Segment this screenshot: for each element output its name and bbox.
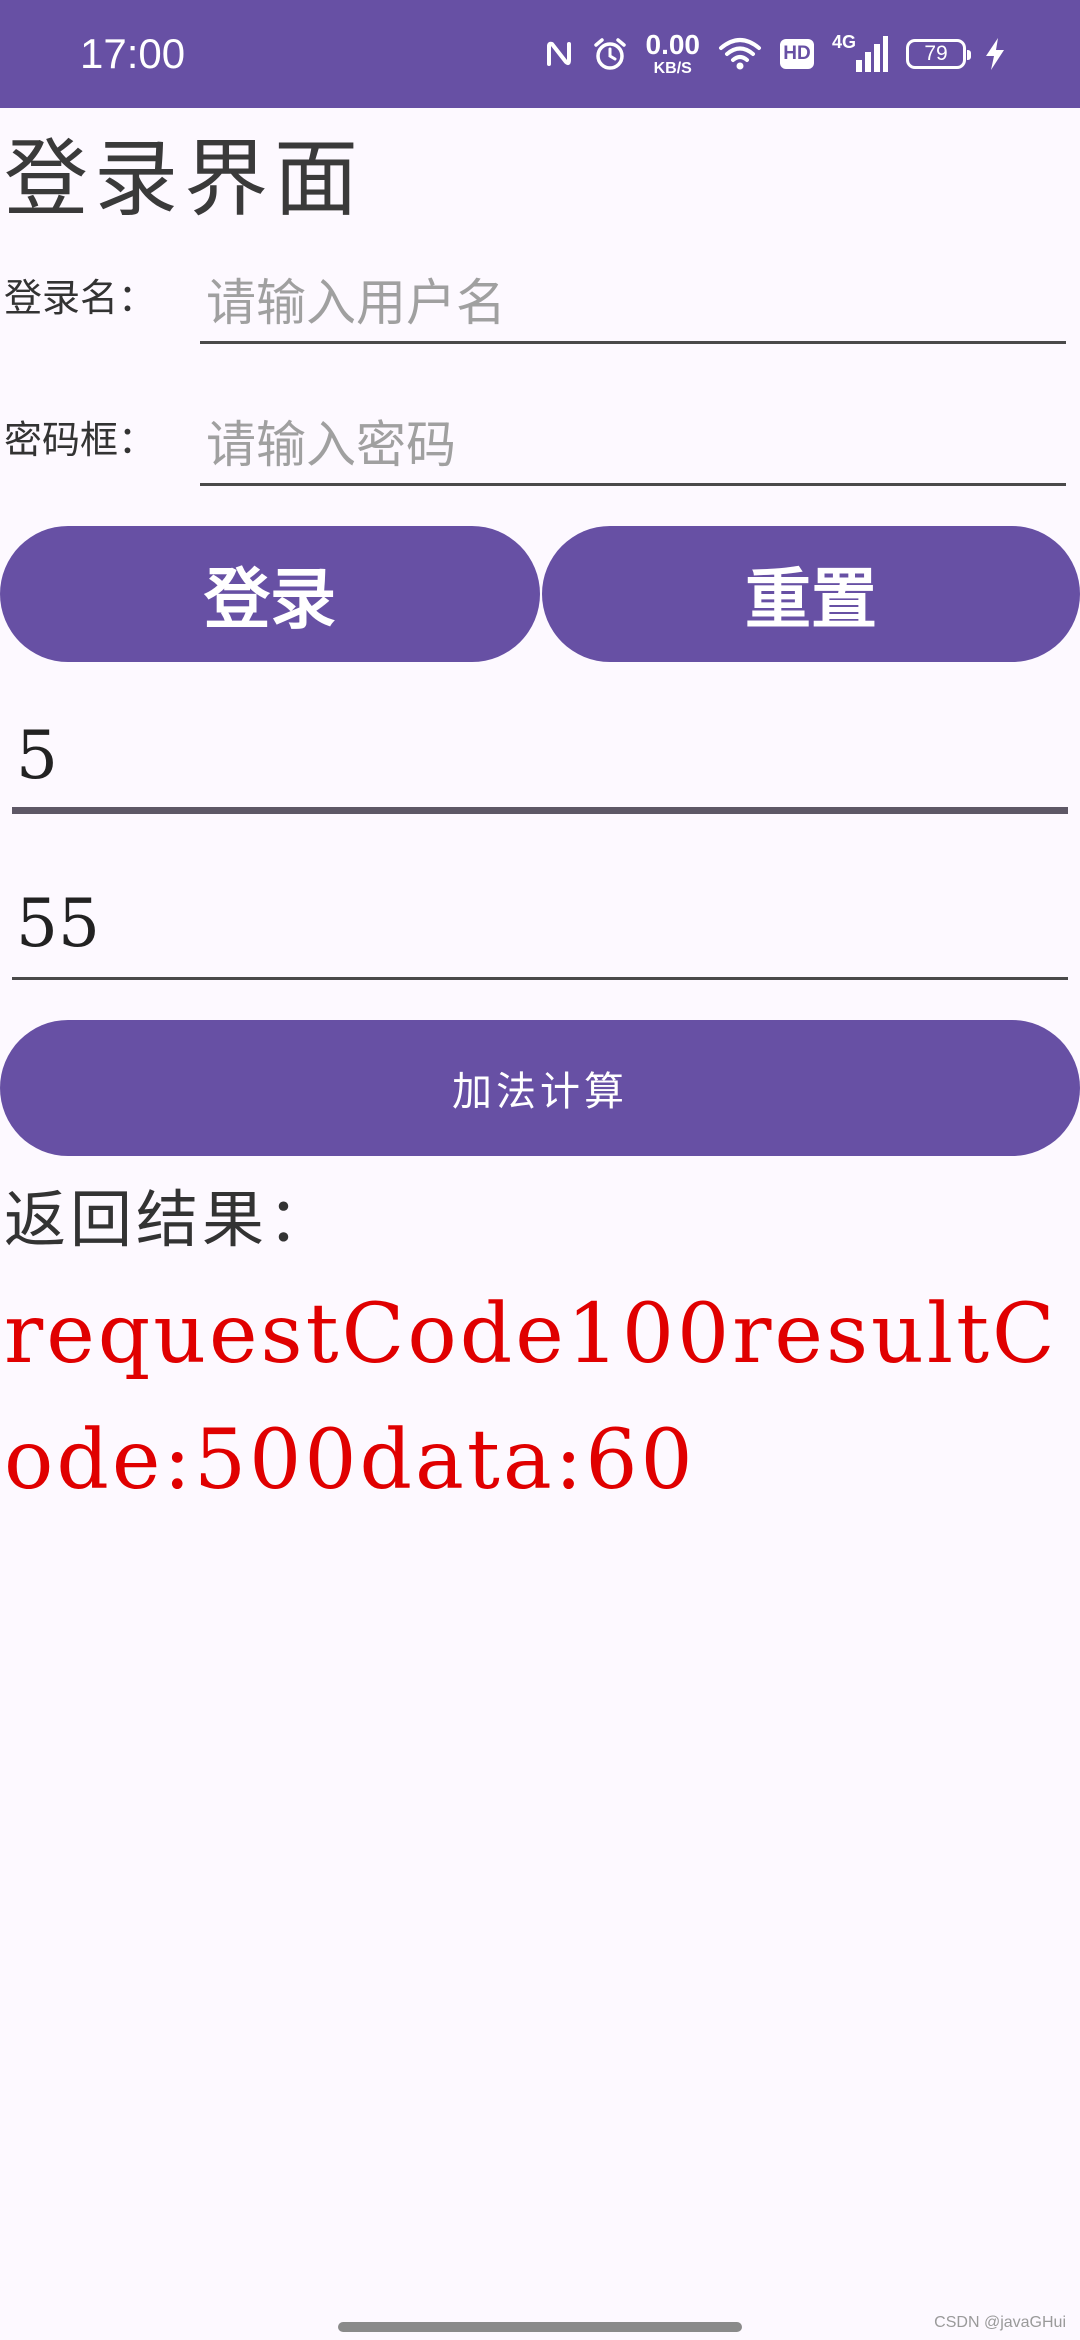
page-title: 登录界面 bbox=[4, 130, 365, 228]
result-label: 返回结果： bbox=[4, 1183, 335, 1256]
result-text: requestCode100resultCode:500data:60 bbox=[4, 1287, 1058, 1508]
nfc-icon bbox=[544, 38, 574, 70]
wifi-icon bbox=[718, 37, 762, 71]
hd-icon: HD bbox=[780, 39, 814, 69]
password-label: 密码框： bbox=[4, 418, 157, 462]
first-number-input[interactable] bbox=[12, 704, 1068, 814]
login-button[interactable]: 登录 bbox=[0, 526, 540, 662]
charging-icon bbox=[984, 37, 1006, 71]
password-input[interactable] bbox=[200, 406, 1066, 486]
username-input[interactable] bbox=[200, 264, 1066, 344]
network-speed-value: 0.00 bbox=[645, 29, 701, 60]
battery-icon: 79 bbox=[906, 39, 971, 69]
username-row: 登录名： bbox=[0, 244, 1080, 344]
watermark: CSDN @javaGHui bbox=[934, 2314, 1066, 2331]
username-label: 登录名： bbox=[4, 276, 157, 320]
status-icons: 0.00 KB/S HD 4G 79 bbox=[544, 26, 1007, 82]
second-number-input[interactable] bbox=[12, 870, 1068, 980]
network-speed-unit: KB/S bbox=[653, 60, 692, 77]
alarm-icon bbox=[592, 36, 628, 72]
reset-button[interactable]: 重置 bbox=[542, 526, 1080, 662]
home-indicator[interactable] bbox=[338, 2322, 742, 2332]
signal-icon: 4G bbox=[832, 32, 888, 74]
password-row: 密码框： bbox=[0, 386, 1080, 486]
network-speed: 0.00 KB/S bbox=[646, 31, 701, 77]
status-bar: 17:00 0.00 KB/S HD 4G 79 bbox=[0, 0, 1080, 108]
status-time: 17:00 bbox=[80, 30, 186, 77]
add-calculate-button[interactable]: 加法计算 bbox=[0, 1020, 1080, 1156]
